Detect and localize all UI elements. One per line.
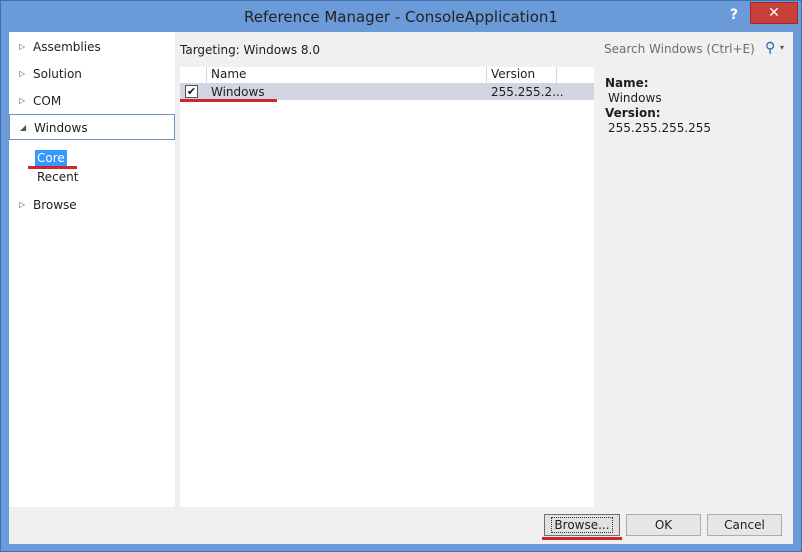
- tree-item-solution[interactable]: ▷ Solution: [9, 61, 175, 87]
- subitem-label: Recent: [37, 170, 79, 184]
- table-row[interactable]: ✔ Windows 255.255.2...: [180, 83, 594, 100]
- ok-button[interactable]: OK: [626, 514, 701, 536]
- tree-item-label: Windows: [34, 121, 88, 135]
- reference-manager-window: Reference Manager - ConsoleApplication1 …: [0, 0, 802, 552]
- reference-details: Name: Windows Version: 255.255.255.255: [605, 76, 711, 136]
- reference-name: Windows: [211, 85, 265, 99]
- subitem-recent[interactable]: Recent: [37, 170, 78, 184]
- details-version-value: 255.255.255.255: [608, 121, 712, 135]
- chevron-down-icon[interactable]: ▾: [780, 43, 784, 52]
- collapse-arrow-icon[interactable]: ◢: [20, 123, 26, 132]
- window-title: Reference Manager - ConsoleApplication1: [244, 8, 558, 26]
- tree-item-label: COM: [33, 94, 62, 108]
- column-header-version[interactable]: Version: [487, 67, 557, 83]
- details-version-label: Version:: [605, 106, 661, 120]
- expand-arrow-icon[interactable]: ▷: [19, 96, 25, 105]
- references-panel: Targeting: Windows 8.0 Name Version ✔ Wi…: [175, 32, 602, 507]
- tree-item-label: Browse: [33, 198, 77, 212]
- expand-arrow-icon[interactable]: ▷: [19, 69, 25, 78]
- tree-item-assemblies[interactable]: ▷ Assemblies: [9, 34, 175, 60]
- expand-arrow-icon[interactable]: ▷: [19, 200, 25, 209]
- details-name-label: Name:: [605, 76, 649, 90]
- tree-item-label: Solution: [33, 67, 82, 81]
- targeting-label: Targeting: Windows 8.0: [180, 43, 321, 57]
- subitem-core[interactable]: Core: [35, 150, 67, 166]
- reference-version: 255.255.2...: [491, 85, 564, 99]
- close-button[interactable]: ✕: [750, 2, 798, 24]
- dialog-body: ▷ Assemblies ▷ Solution ▷ COM ◢ Windows …: [9, 32, 793, 544]
- highlight-underline: [542, 537, 622, 540]
- search-placeholder: Search Windows (Ctrl+E): [604, 42, 755, 56]
- subitem-label: Core: [35, 150, 67, 166]
- help-button[interactable]: ?: [724, 5, 744, 25]
- category-tree: ▷ Assemblies ▷ Solution ▷ COM ◢ Windows …: [9, 32, 175, 507]
- tree-item-browse[interactable]: ▷ Browse: [9, 192, 175, 218]
- column-header-name[interactable]: Name: [207, 67, 487, 83]
- details-name-value: Windows: [608, 91, 662, 105]
- references-list[interactable]: Name Version ✔ Windows 255.255.2...: [180, 67, 594, 507]
- reference-checkbox[interactable]: ✔: [185, 85, 198, 98]
- tree-item-label: Assemblies: [33, 40, 101, 54]
- details-panel: Search Windows (Ctrl+E) ⚲ ▾ Name: Window…: [602, 32, 793, 507]
- tree-item-windows[interactable]: ◢ Windows: [9, 114, 175, 140]
- browse-button-label: Browse...: [551, 517, 613, 533]
- highlight-underline: [28, 166, 77, 169]
- checkbox-column-header[interactable]: [180, 67, 207, 83]
- browse-button[interactable]: Browse...: [544, 514, 620, 536]
- search-input[interactable]: Search Windows (Ctrl+E) ⚲ ▾: [602, 38, 793, 60]
- title-bar[interactable]: Reference Manager - ConsoleApplication1 …: [1, 1, 801, 31]
- expand-arrow-icon[interactable]: ▷: [19, 42, 25, 51]
- tree-item-com[interactable]: ▷ COM: [9, 88, 175, 114]
- search-icon[interactable]: ⚲: [765, 40, 775, 56]
- cancel-button[interactable]: Cancel: [707, 514, 782, 536]
- highlight-underline: [180, 99, 277, 102]
